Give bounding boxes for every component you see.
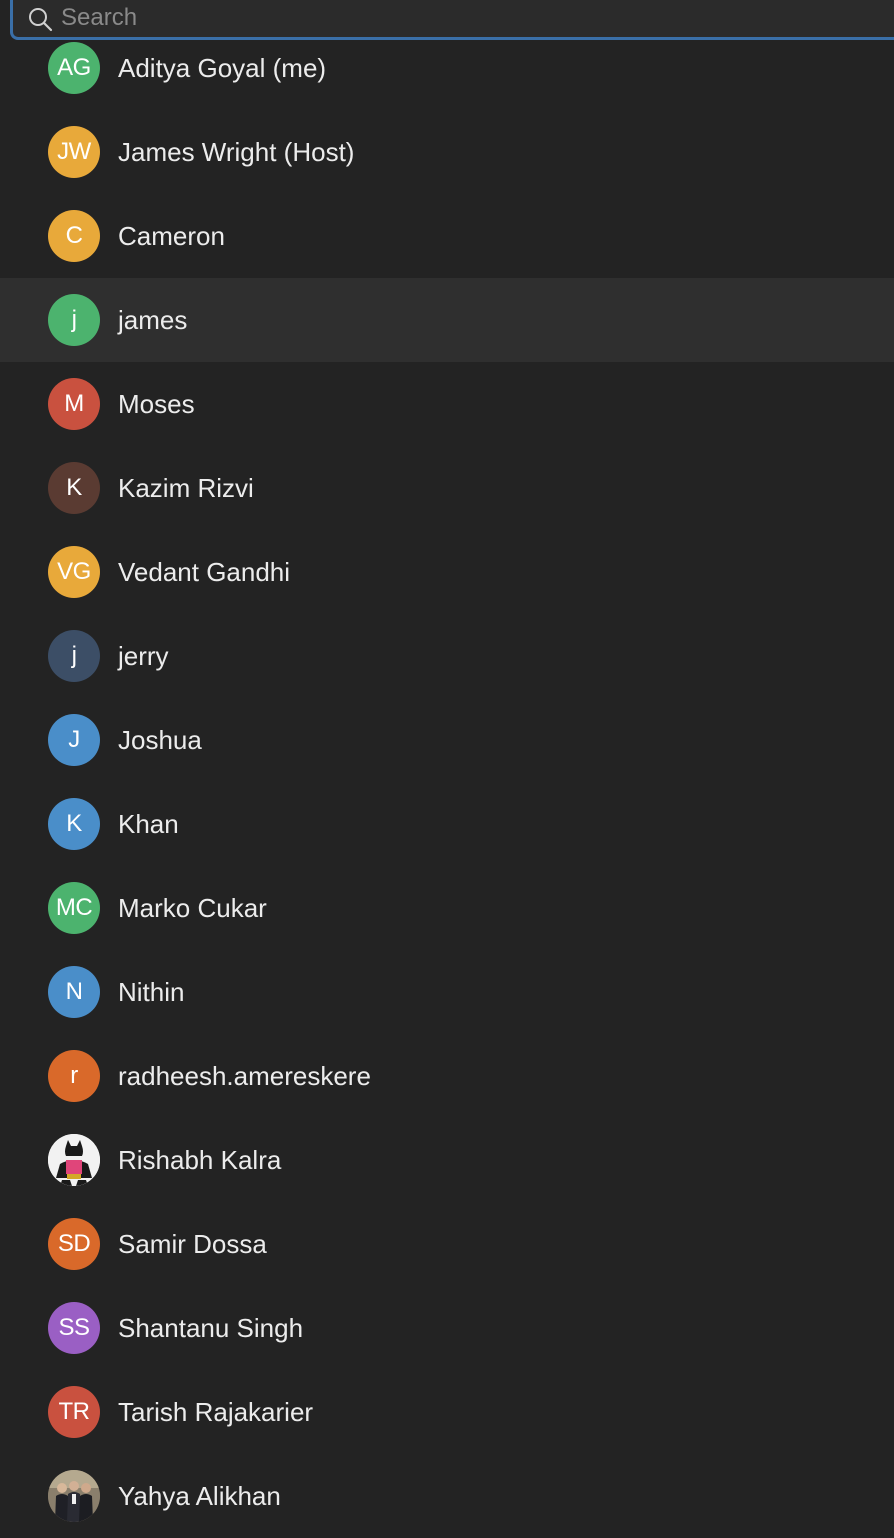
avatar-initials: C: [48, 210, 100, 262]
participant-name: Tarish Rajakarier: [118, 1397, 314, 1427]
superhero-photo-icon: [48, 1134, 100, 1186]
avatar-initials: j: [48, 630, 100, 682]
avatar-initials: TR: [48, 1386, 100, 1438]
participant-list: AG Aditya Goyal (me) JW James Wright (Host)…: [0, 26, 894, 1538]
participant-row[interactable]: r radheesh.amereskere: [0, 1034, 894, 1118]
avatar-photo: [48, 1134, 100, 1186]
avatar-initials: r: [48, 1050, 100, 1102]
avatar-initials: AG: [48, 42, 100, 94]
participant-name: Joshua: [118, 725, 202, 755]
participant-row[interactable]: K Kazim Rizvi: [0, 446, 894, 530]
participant-name: jerry: [118, 641, 169, 671]
participant-row[interactable]: j jerry: [0, 614, 894, 698]
participant-name: Khan: [118, 809, 179, 839]
participant-row[interactable]: C Cameron: [0, 194, 894, 278]
avatar-initials: N: [48, 966, 100, 1018]
participant-row[interactable]: M Moses: [0, 362, 894, 446]
participant-name: radheesh.amereskere: [118, 1061, 371, 1091]
participant-name: Rishabh Kalra: [118, 1145, 282, 1175]
avatar-initials: J: [48, 714, 100, 766]
avatar-initials: M: [48, 378, 100, 430]
avatar-initials: SS: [48, 1302, 100, 1354]
participant-row[interactable]: TR Tarish Rajakarier: [0, 1370, 894, 1454]
avatar-initials: K: [48, 462, 100, 514]
participant-row[interactable]: MC Marko Cukar: [0, 866, 894, 950]
participant-row[interactable]: VG Vedant Gandhi: [0, 530, 894, 614]
avatar-initials: j: [48, 294, 100, 346]
participant-row[interactable]: J Joshua: [0, 698, 894, 782]
participant-name: Moses: [118, 389, 195, 419]
participant-name: Cameron: [118, 221, 225, 251]
participant-name: Marko Cukar: [118, 893, 267, 923]
participant-row[interactable]: Rishabh Kalra: [0, 1118, 894, 1202]
participant-name: James Wright (Host): [118, 137, 355, 167]
participant-row[interactable]: Yahya Alikhan: [0, 1454, 894, 1538]
participant-name: Kazim Rizvi: [118, 473, 254, 503]
participant-row[interactable]: K Khan: [0, 782, 894, 866]
avatar-initials: JW: [48, 126, 100, 178]
participant-row[interactable]: j james: [0, 278, 894, 362]
participant-name: Yahya Alikhan: [118, 1481, 281, 1511]
avatar-initials: SD: [48, 1218, 100, 1270]
group-photo-icon: [48, 1470, 100, 1522]
participant-name: Nithin: [118, 977, 185, 1007]
participant-name: Vedant Gandhi: [118, 557, 291, 587]
participant-name: Samir Dossa: [118, 1229, 267, 1259]
participant-name: james: [118, 305, 188, 335]
participant-row[interactable]: AG Aditya Goyal (me): [0, 26, 894, 110]
participant-row[interactable]: SS Shantanu Singh: [0, 1286, 894, 1370]
avatar-initials: MC: [48, 882, 100, 934]
participant-name: Aditya Goyal (me): [118, 53, 327, 83]
participant-name: Shantanu Singh: [118, 1313, 304, 1343]
participant-row[interactable]: N Nithin: [0, 950, 894, 1034]
avatar-photo: [48, 1470, 100, 1522]
participant-row[interactable]: SD Samir Dossa: [0, 1202, 894, 1286]
avatar-initials: VG: [48, 546, 100, 598]
participant-row[interactable]: JW James Wright (Host): [0, 110, 894, 194]
avatar-initials: K: [48, 798, 100, 850]
